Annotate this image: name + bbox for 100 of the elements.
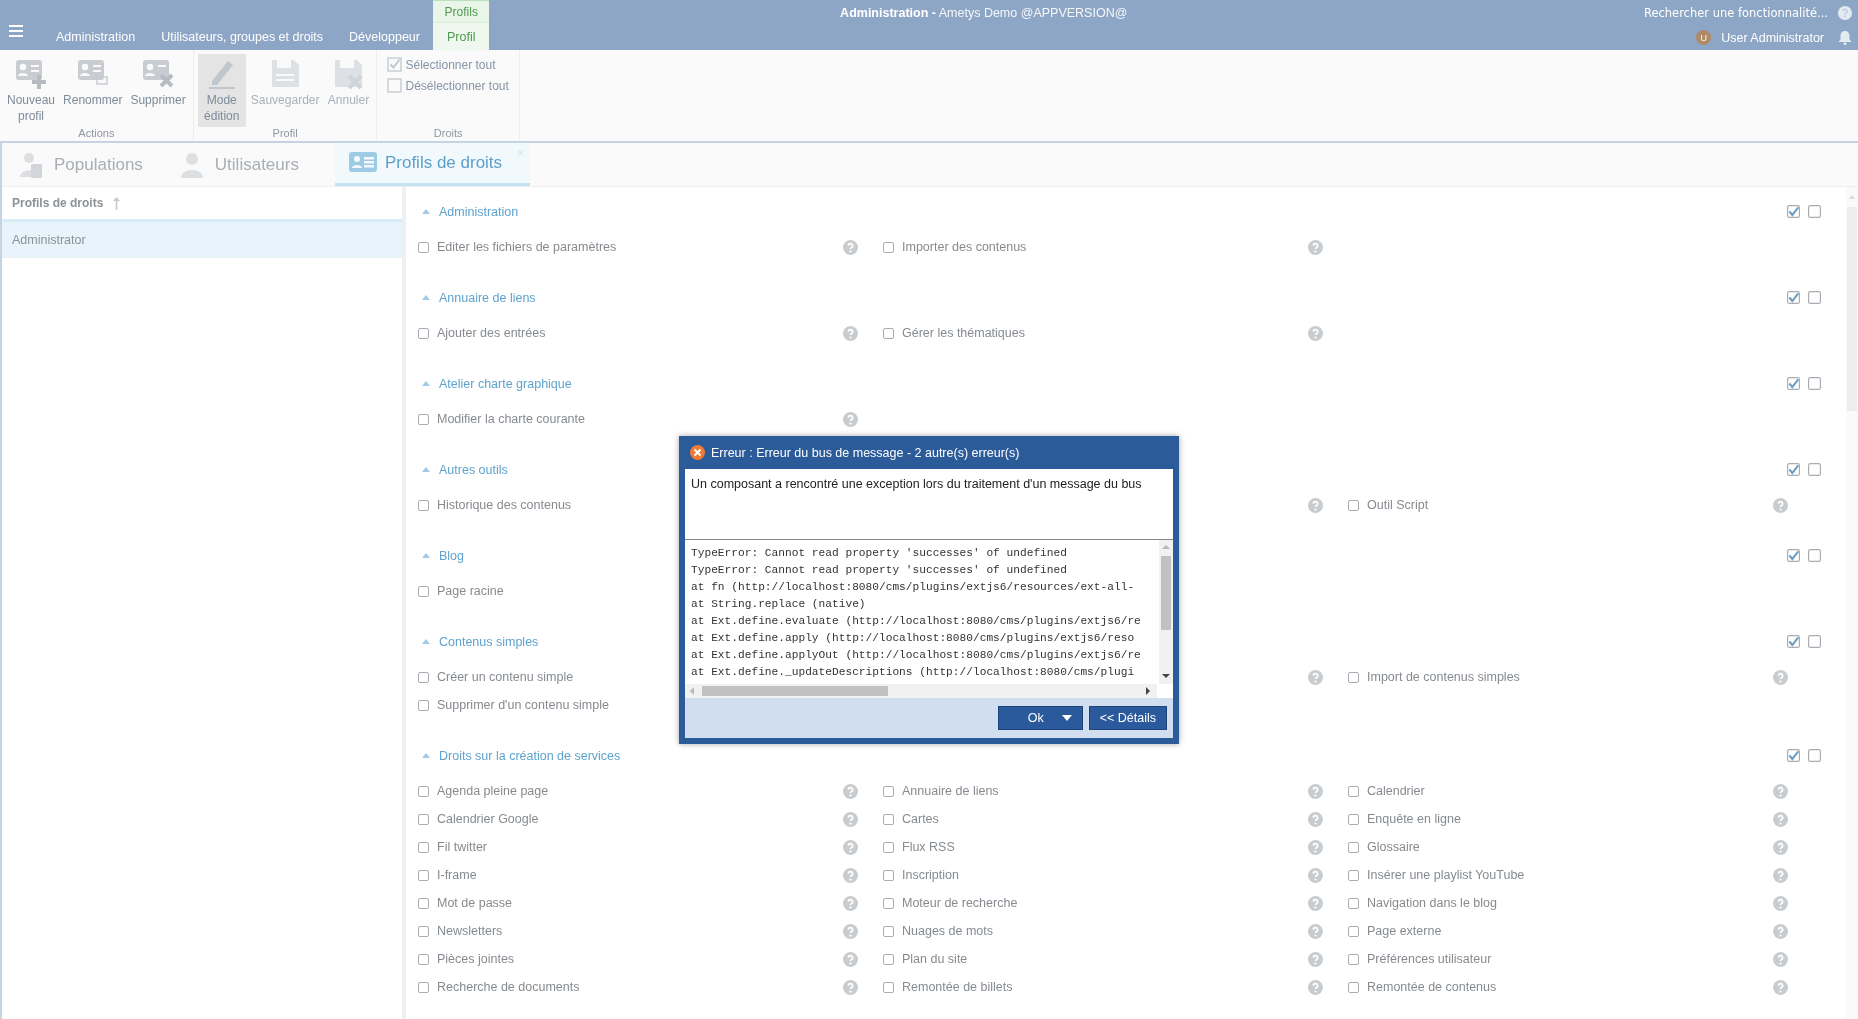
help-icon[interactable] bbox=[843, 923, 858, 939]
help-icon[interactable] bbox=[843, 951, 858, 967]
checkbox[interactable] bbox=[1787, 463, 1800, 476]
help-icon[interactable] bbox=[843, 811, 858, 827]
help-icon[interactable] bbox=[1773, 979, 1788, 995]
checkbox[interactable] bbox=[1348, 671, 1359, 683]
checkbox[interactable] bbox=[883, 869, 894, 881]
checkbox[interactable] bbox=[418, 699, 429, 711]
help-icon[interactable] bbox=[1308, 497, 1323, 513]
checkbox[interactable] bbox=[418, 327, 429, 339]
help-icon[interactable] bbox=[843, 895, 858, 911]
help-icon[interactable] bbox=[1308, 923, 1323, 939]
help-icon[interactable] bbox=[1308, 239, 1323, 255]
checkbox[interactable] bbox=[1348, 953, 1359, 965]
help-icon[interactable] bbox=[1773, 497, 1788, 513]
help-icon[interactable] bbox=[1773, 669, 1788, 685]
checkbox[interactable] bbox=[883, 813, 894, 825]
help-icon[interactable] bbox=[843, 239, 858, 255]
checkbox[interactable] bbox=[1808, 635, 1821, 648]
checkbox[interactable] bbox=[418, 585, 429, 597]
ok-button[interactable]: Ok bbox=[997, 706, 1083, 730]
document-tab[interactable]: Profils de droits bbox=[334, 143, 531, 186]
ribbon-tab[interactable]: Utilisateurs, groupes et droits bbox=[148, 29, 337, 50]
ribbon-tab[interactable]: Profil bbox=[433, 23, 490, 50]
checkbox[interactable] bbox=[418, 981, 429, 993]
checkbox[interactable] bbox=[1787, 549, 1800, 562]
help-icon[interactable] bbox=[843, 867, 858, 883]
checkbox[interactable] bbox=[1808, 205, 1821, 218]
ribbon-button[interactable]: Nouveau profil bbox=[4, 54, 59, 127]
details-button[interactable]: << Détails bbox=[1088, 706, 1167, 730]
checkbox[interactable] bbox=[418, 813, 429, 825]
search-field[interactable]: Rechercher une fonctionnalité... bbox=[1598, 6, 1828, 20]
checkbox[interactable] bbox=[1808, 549, 1821, 562]
user-name[interactable]: User Administrator bbox=[1721, 30, 1824, 45]
checkbox[interactable] bbox=[883, 327, 894, 339]
checkbox[interactable] bbox=[1787, 291, 1800, 304]
checkbox[interactable] bbox=[883, 897, 894, 909]
collapse-icon[interactable] bbox=[422, 381, 430, 386]
checkbox[interactable] bbox=[418, 241, 429, 253]
help-icon[interactable] bbox=[843, 783, 858, 799]
help-icon[interactable] bbox=[1308, 867, 1323, 883]
help-icon[interactable] bbox=[1838, 6, 1852, 20]
help-icon[interactable] bbox=[1308, 325, 1323, 341]
checkbox[interactable] bbox=[418, 841, 429, 853]
help-icon[interactable] bbox=[1308, 811, 1323, 827]
checkbox[interactable] bbox=[883, 241, 894, 253]
caret-down-icon[interactable] bbox=[1061, 715, 1072, 721]
checkbox[interactable] bbox=[1348, 813, 1359, 825]
checkbox[interactable] bbox=[1808, 749, 1821, 762]
menu-icon[interactable] bbox=[9, 25, 23, 37]
ribbon-tab[interactable]: Administration bbox=[43, 29, 149, 50]
checkbox[interactable] bbox=[1787, 205, 1800, 218]
collapse-icon[interactable] bbox=[422, 295, 430, 300]
checkbox[interactable] bbox=[418, 869, 429, 881]
collapse-icon[interactable] bbox=[422, 753, 430, 758]
help-icon[interactable] bbox=[1308, 951, 1323, 967]
help-icon[interactable] bbox=[1773, 811, 1788, 827]
document-tab[interactable]: Populations bbox=[18, 143, 157, 186]
bell-icon[interactable] bbox=[1838, 30, 1852, 45]
help-icon[interactable] bbox=[1308, 839, 1323, 855]
ribbon-button[interactable]: Mode édition bbox=[197, 54, 246, 127]
checkbox[interactable] bbox=[1348, 785, 1359, 797]
checkbox[interactable] bbox=[1348, 981, 1359, 993]
help-icon[interactable] bbox=[1773, 923, 1788, 939]
help-icon[interactable] bbox=[1308, 783, 1323, 799]
checkbox[interactable] bbox=[883, 785, 894, 797]
checkbox[interactable] bbox=[1808, 291, 1821, 304]
help-icon[interactable] bbox=[1308, 979, 1323, 995]
checkbox[interactable] bbox=[1787, 377, 1800, 390]
checkbox[interactable] bbox=[418, 953, 429, 965]
collapse-icon[interactable] bbox=[422, 209, 430, 214]
checkbox[interactable] bbox=[1348, 841, 1359, 853]
close-icon[interactable] bbox=[517, 149, 525, 156]
help-icon[interactable] bbox=[1773, 895, 1788, 911]
help-icon[interactable] bbox=[1773, 839, 1788, 855]
help-icon[interactable] bbox=[843, 325, 858, 341]
ribbon-button[interactable]: Supprimer bbox=[127, 54, 189, 127]
help-icon[interactable] bbox=[1773, 951, 1788, 967]
collapse-icon[interactable] bbox=[422, 467, 430, 472]
scrollbar[interactable] bbox=[685, 684, 1157, 698]
checkbox[interactable] bbox=[1787, 635, 1800, 648]
checkbox[interactable] bbox=[883, 841, 894, 853]
help-icon[interactable] bbox=[1773, 783, 1788, 799]
ribbon-button[interactable]: Sélectionner tout bbox=[387, 57, 509, 72]
checkbox[interactable] bbox=[883, 925, 894, 937]
checkbox[interactable] bbox=[883, 981, 894, 993]
checkbox[interactable] bbox=[418, 413, 429, 425]
checkbox[interactable] bbox=[1808, 463, 1821, 476]
help-icon[interactable] bbox=[1773, 867, 1788, 883]
checkbox[interactable] bbox=[418, 671, 429, 683]
ribbon-tab[interactable]: Développeur bbox=[336, 29, 433, 50]
collapse-icon[interactable] bbox=[422, 553, 430, 558]
help-icon[interactable] bbox=[843, 979, 858, 995]
checkbox[interactable] bbox=[418, 925, 429, 937]
ribbon-button[interactable]: Renommer bbox=[60, 54, 126, 127]
help-icon[interactable] bbox=[1308, 895, 1323, 911]
document-tab[interactable]: Utilisateurs bbox=[178, 143, 313, 186]
help-icon[interactable] bbox=[1308, 669, 1323, 685]
checkbox[interactable] bbox=[418, 499, 429, 511]
checkbox[interactable] bbox=[418, 897, 429, 909]
